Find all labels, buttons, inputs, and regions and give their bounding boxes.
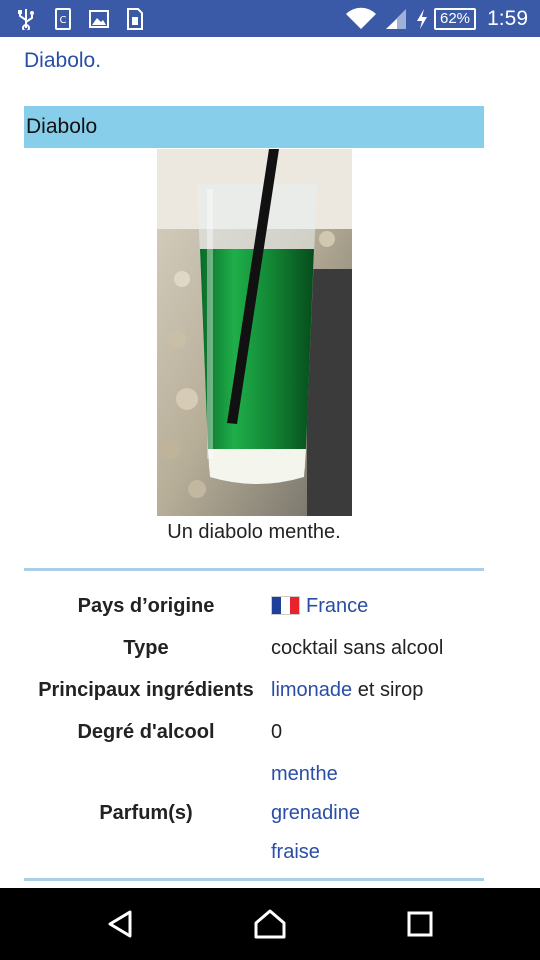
infobox-divider	[24, 568, 484, 571]
screenshot-icon: C	[50, 0, 76, 37]
origin-value: France	[271, 595, 368, 618]
infobox-image[interactable]	[157, 149, 352, 516]
svg-text:C: C	[60, 15, 67, 26]
type-value: cocktail sans alcool	[271, 637, 444, 659]
page-content[interactable]: Diabolo. Diabolo Un diabolo menthe. Pays…	[0, 37, 540, 888]
navigation-bar	[0, 888, 540, 960]
battery-icon: 62%	[432, 0, 478, 37]
article-link[interactable]: Diabolo.	[24, 49, 101, 73]
alcohol-value: 0	[271, 721, 283, 743]
infobox-bottom-divider	[24, 878, 484, 881]
flavours-label: Parfum(s)	[99, 802, 193, 824]
back-icon[interactable]	[80, 888, 160, 960]
wifi-icon	[343, 0, 379, 37]
france-flag-icon	[271, 596, 300, 615]
battery-level: 62%	[434, 7, 476, 30]
signal-icon	[382, 0, 410, 37]
type-label: Type	[123, 637, 169, 659]
alcohol-label: Degré d'alcool	[77, 721, 215, 743]
origin-link[interactable]: France	[306, 595, 368, 617]
recents-icon[interactable]	[380, 888, 460, 960]
usb-icon	[12, 0, 40, 37]
ingredients-label: Principaux ingrédients	[38, 679, 254, 701]
ingredient-link[interactable]: limonade	[271, 679, 352, 701]
flavour-link[interactable]: menthe	[271, 763, 338, 786]
image-caption: Un diabolo menthe.	[167, 521, 341, 543]
flavour-link[interactable]: grenadine	[271, 802, 360, 825]
home-icon[interactable]	[230, 888, 310, 960]
infobox-title: Diabolo	[24, 106, 484, 148]
charging-icon	[413, 0, 431, 37]
sim-icon	[122, 0, 148, 37]
status-bar: C 62% 1:59	[0, 0, 540, 37]
battery-percent: 62%	[439, 10, 471, 27]
clock: 1:59	[487, 7, 528, 30]
flavour-link[interactable]: fraise	[271, 841, 320, 864]
ingredients-value: limonade et sirop	[271, 679, 423, 702]
image-icon	[86, 0, 112, 37]
origin-label: Pays d’origine	[77, 595, 215, 617]
ingredients-rest: et sirop	[352, 679, 424, 701]
